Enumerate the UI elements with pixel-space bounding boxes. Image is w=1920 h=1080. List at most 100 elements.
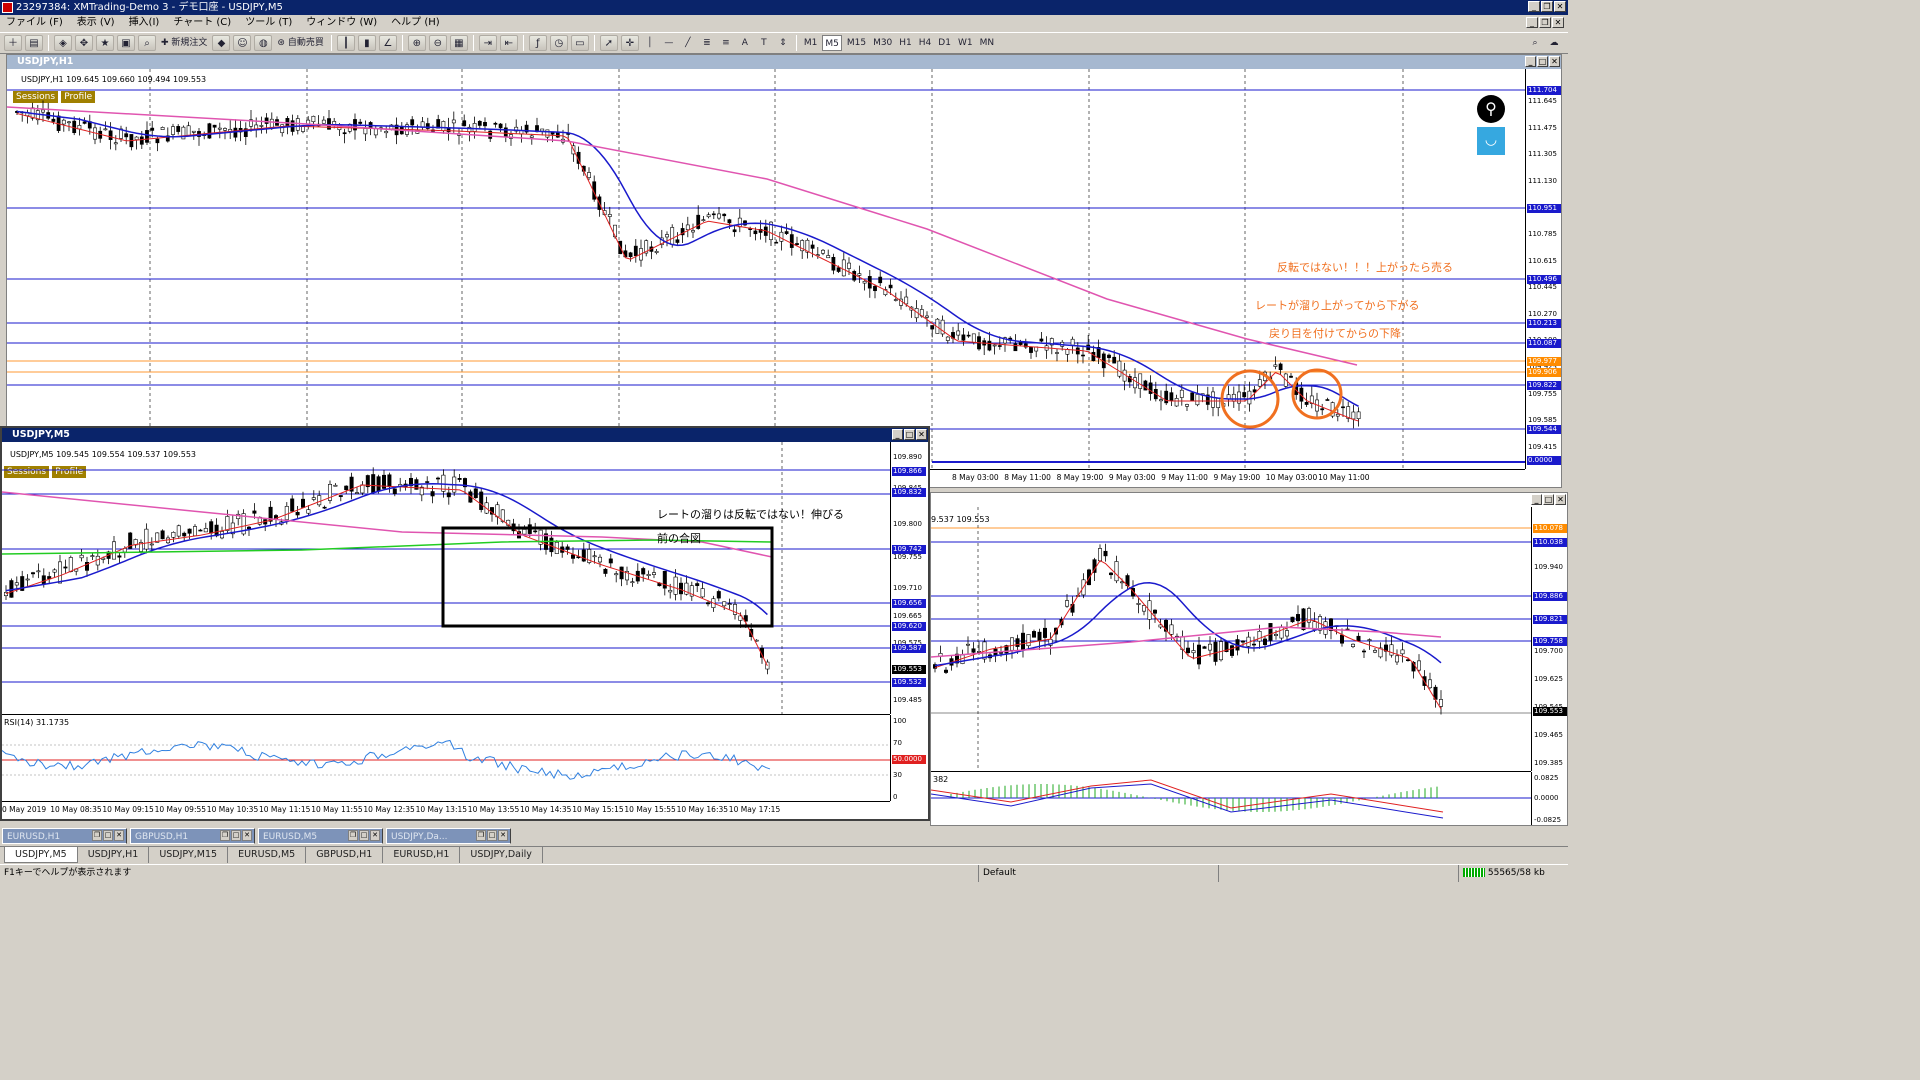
tile-windows-icon[interactable]: ▦ [449, 35, 468, 51]
tab-gbpusd-h1[interactable]: GBPUSD,H1 [306, 847, 384, 863]
candle-chart-icon[interactable]: ▮ [357, 35, 376, 51]
fibonacci-icon[interactable]: ≡ [718, 35, 734, 51]
menu-help[interactable]: ヘルプ (H) [391, 15, 440, 31]
auto-scroll-icon[interactable]: ⇥ [478, 35, 497, 51]
minimized-eurusd-h1[interactable]: EURUSD,H1 ❐ □ ✕ [2, 827, 127, 844]
auto-trade-button[interactable]: ⊛ 自動売買 [275, 35, 325, 51]
tf-mn[interactable]: MN [978, 35, 997, 51]
minimize-button[interactable]: _ [1528, 1, 1540, 12]
text-icon[interactable]: A [737, 35, 753, 51]
candle-body [1191, 650, 1196, 654]
m15-price-plot[interactable] [931, 507, 1531, 771]
m5-price-plot[interactable] [2, 442, 890, 714]
tab-usdjpy-daily[interactable]: USDJPY,Daily [460, 847, 543, 863]
macd-plot[interactable] [931, 772, 1531, 826]
h1-maximize-button[interactable]: □ [1537, 56, 1548, 67]
channel-icon[interactable]: ≣ [699, 35, 715, 51]
tf-m15[interactable]: M15 [845, 35, 868, 51]
menu-file[interactable]: ファイル (F) [6, 15, 63, 31]
h1-chart-window[interactable]: USDJPY,H1 _ □ ✕ USDJPY,H1 109.645 109.660 … [6, 54, 1562, 488]
mdi-minimize-button[interactable]: _ [1526, 17, 1538, 28]
location-pin-icon[interactable]: ⚲ [1477, 95, 1505, 123]
market-watch-icon[interactable]: ◈ [54, 35, 72, 51]
m15-window-title-bar[interactable]: _ □ ✕ [931, 493, 1567, 507]
navigator-icon[interactable]: ★ [96, 35, 114, 51]
close-button[interactable]: ✕ [1554, 1, 1566, 12]
tf-h4[interactable]: H4 [917, 35, 934, 51]
chart-shift-icon[interactable]: ⇤ [499, 35, 518, 51]
new-order-label: 新規注文 [171, 38, 208, 48]
tab-usdjpy-m15[interactable]: USDJPY,M15 [149, 847, 229, 863]
data-window-icon[interactable]: ✥ [75, 35, 93, 51]
meta-editor-icon[interactable]: ◆ [212, 35, 231, 51]
vertical-line-icon[interactable]: │ [642, 35, 658, 51]
tester-icon[interactable]: ⌕ [138, 35, 156, 51]
minimized-eurusd-m5[interactable]: EURUSD,M5 ❐ □ ✕ [258, 827, 383, 844]
globe-icon[interactable]: ◍ [254, 35, 273, 51]
candle-body [14, 582, 19, 586]
minimized-usdjpy-daily[interactable]: USDJPY,Da... ❐ □ ✕ [386, 827, 511, 844]
menu-chart[interactable]: チャート (C) [173, 15, 231, 31]
candle-body [971, 648, 976, 653]
tf-m5[interactable]: M5 [822, 35, 842, 51]
m15-maximize-button[interactable]: □ [1543, 494, 1554, 505]
cursor-icon[interactable]: ➚ [599, 35, 618, 51]
tf-h1[interactable]: H1 [897, 35, 914, 51]
indicators-icon[interactable]: ƒ [528, 35, 547, 51]
h1-minimize-button[interactable]: _ [1525, 56, 1536, 67]
tab-eurusd-h1[interactable]: EURUSD,H1 [383, 847, 461, 863]
rsi-plot[interactable] [2, 715, 890, 801]
search-icon[interactable]: ⌕ [1527, 35, 1543, 51]
arrows-icon[interactable]: ⇕ [775, 35, 791, 51]
h1-window-title-bar[interactable]: USDJPY,H1 _ □ ✕ [7, 55, 1561, 69]
menu-tools[interactable]: ツール (T) [245, 15, 292, 31]
zoom-out-icon[interactable]: ⊖ [428, 35, 447, 51]
terminal-icon[interactable]: ▣ [117, 35, 135, 51]
smile-widget-icon[interactable]: ◡ [1477, 127, 1505, 155]
m15-chart-window[interactable]: _□✕ 9.537 109.553 110.015109.940109.8601… [930, 492, 1568, 826]
zoom-in-icon[interactable]: ⊕ [407, 35, 426, 51]
new-order-button[interactable]: ✚ 新規注文 [159, 35, 209, 51]
periods-icon[interactable]: ◷ [549, 35, 568, 51]
price-label: 109.544 [1527, 425, 1561, 434]
line-chart-icon[interactable]: ∠ [378, 35, 397, 51]
m5-chart-window[interactable]: USDJPY,M5 _ □ ✕ USDJPY,M5 109.545 109.554 … [0, 426, 930, 821]
m5-maximize-button[interactable]: □ [904, 429, 915, 440]
m15-minimize-button[interactable]: _ [1531, 494, 1542, 505]
chat-icon[interactable]: ☁ [1546, 35, 1562, 51]
menu-view[interactable]: 表示 (V) [77, 15, 115, 31]
h1-close-button[interactable]: ✕ [1549, 56, 1560, 67]
crosshair-icon[interactable]: ✛ [620, 35, 639, 51]
mdi-restore-button[interactable]: ❐ [1539, 17, 1551, 28]
tf-m30[interactable]: M30 [871, 35, 894, 51]
tf-d1[interactable]: D1 [936, 35, 953, 51]
menu-insert[interactable]: 挿入(I) [129, 15, 160, 31]
candle-body [873, 285, 877, 292]
text-label-icon[interactable]: T [756, 35, 772, 51]
mdi-close-button[interactable]: ✕ [1552, 17, 1564, 28]
tf-m1[interactable]: M1 [802, 35, 820, 51]
m5-close-button[interactable]: ✕ [916, 429, 927, 440]
tab-usdjpy-h1[interactable]: USDJPY,H1 [78, 847, 150, 863]
m15-close-button[interactable]: ✕ [1555, 494, 1566, 505]
tf-w1[interactable]: W1 [956, 35, 975, 51]
m5-window-title-bar[interactable]: USDJPY,M5 _ □ ✕ [2, 428, 928, 442]
minimized-gbpusd-h1[interactable]: GBPUSD,H1 ❐ □ ✕ [130, 827, 255, 844]
restore-button[interactable]: ❐ [1541, 1, 1553, 12]
templates-icon[interactable]: ▭ [570, 35, 589, 51]
menu-window[interactable]: ウィンドウ (W) [306, 15, 377, 31]
people-icon[interactable]: ☺ [233, 35, 252, 51]
profiles-icon[interactable]: ▤ [25, 35, 43, 51]
time-label: 9 May 03:00 [1108, 473, 1156, 482]
time-label: 10 May 09:15 [102, 805, 154, 814]
tab-eurusd-m5[interactable]: EURUSD,M5 [228, 847, 307, 863]
candle-body [841, 259, 846, 277]
candle-body [795, 243, 799, 245]
bar-chart-icon[interactable]: ┃ [336, 35, 355, 51]
trend-line-icon[interactable]: ╱ [680, 35, 696, 51]
horizontal-line-icon[interactable]: — [661, 35, 677, 51]
price-label: 110.213 [1527, 319, 1561, 328]
tab-usdjpy-m5[interactable]: USDJPY,M5 [4, 847, 78, 863]
new-chart-icon[interactable]: ＋ [4, 35, 22, 51]
m5-minimize-button[interactable]: _ [892, 429, 903, 440]
